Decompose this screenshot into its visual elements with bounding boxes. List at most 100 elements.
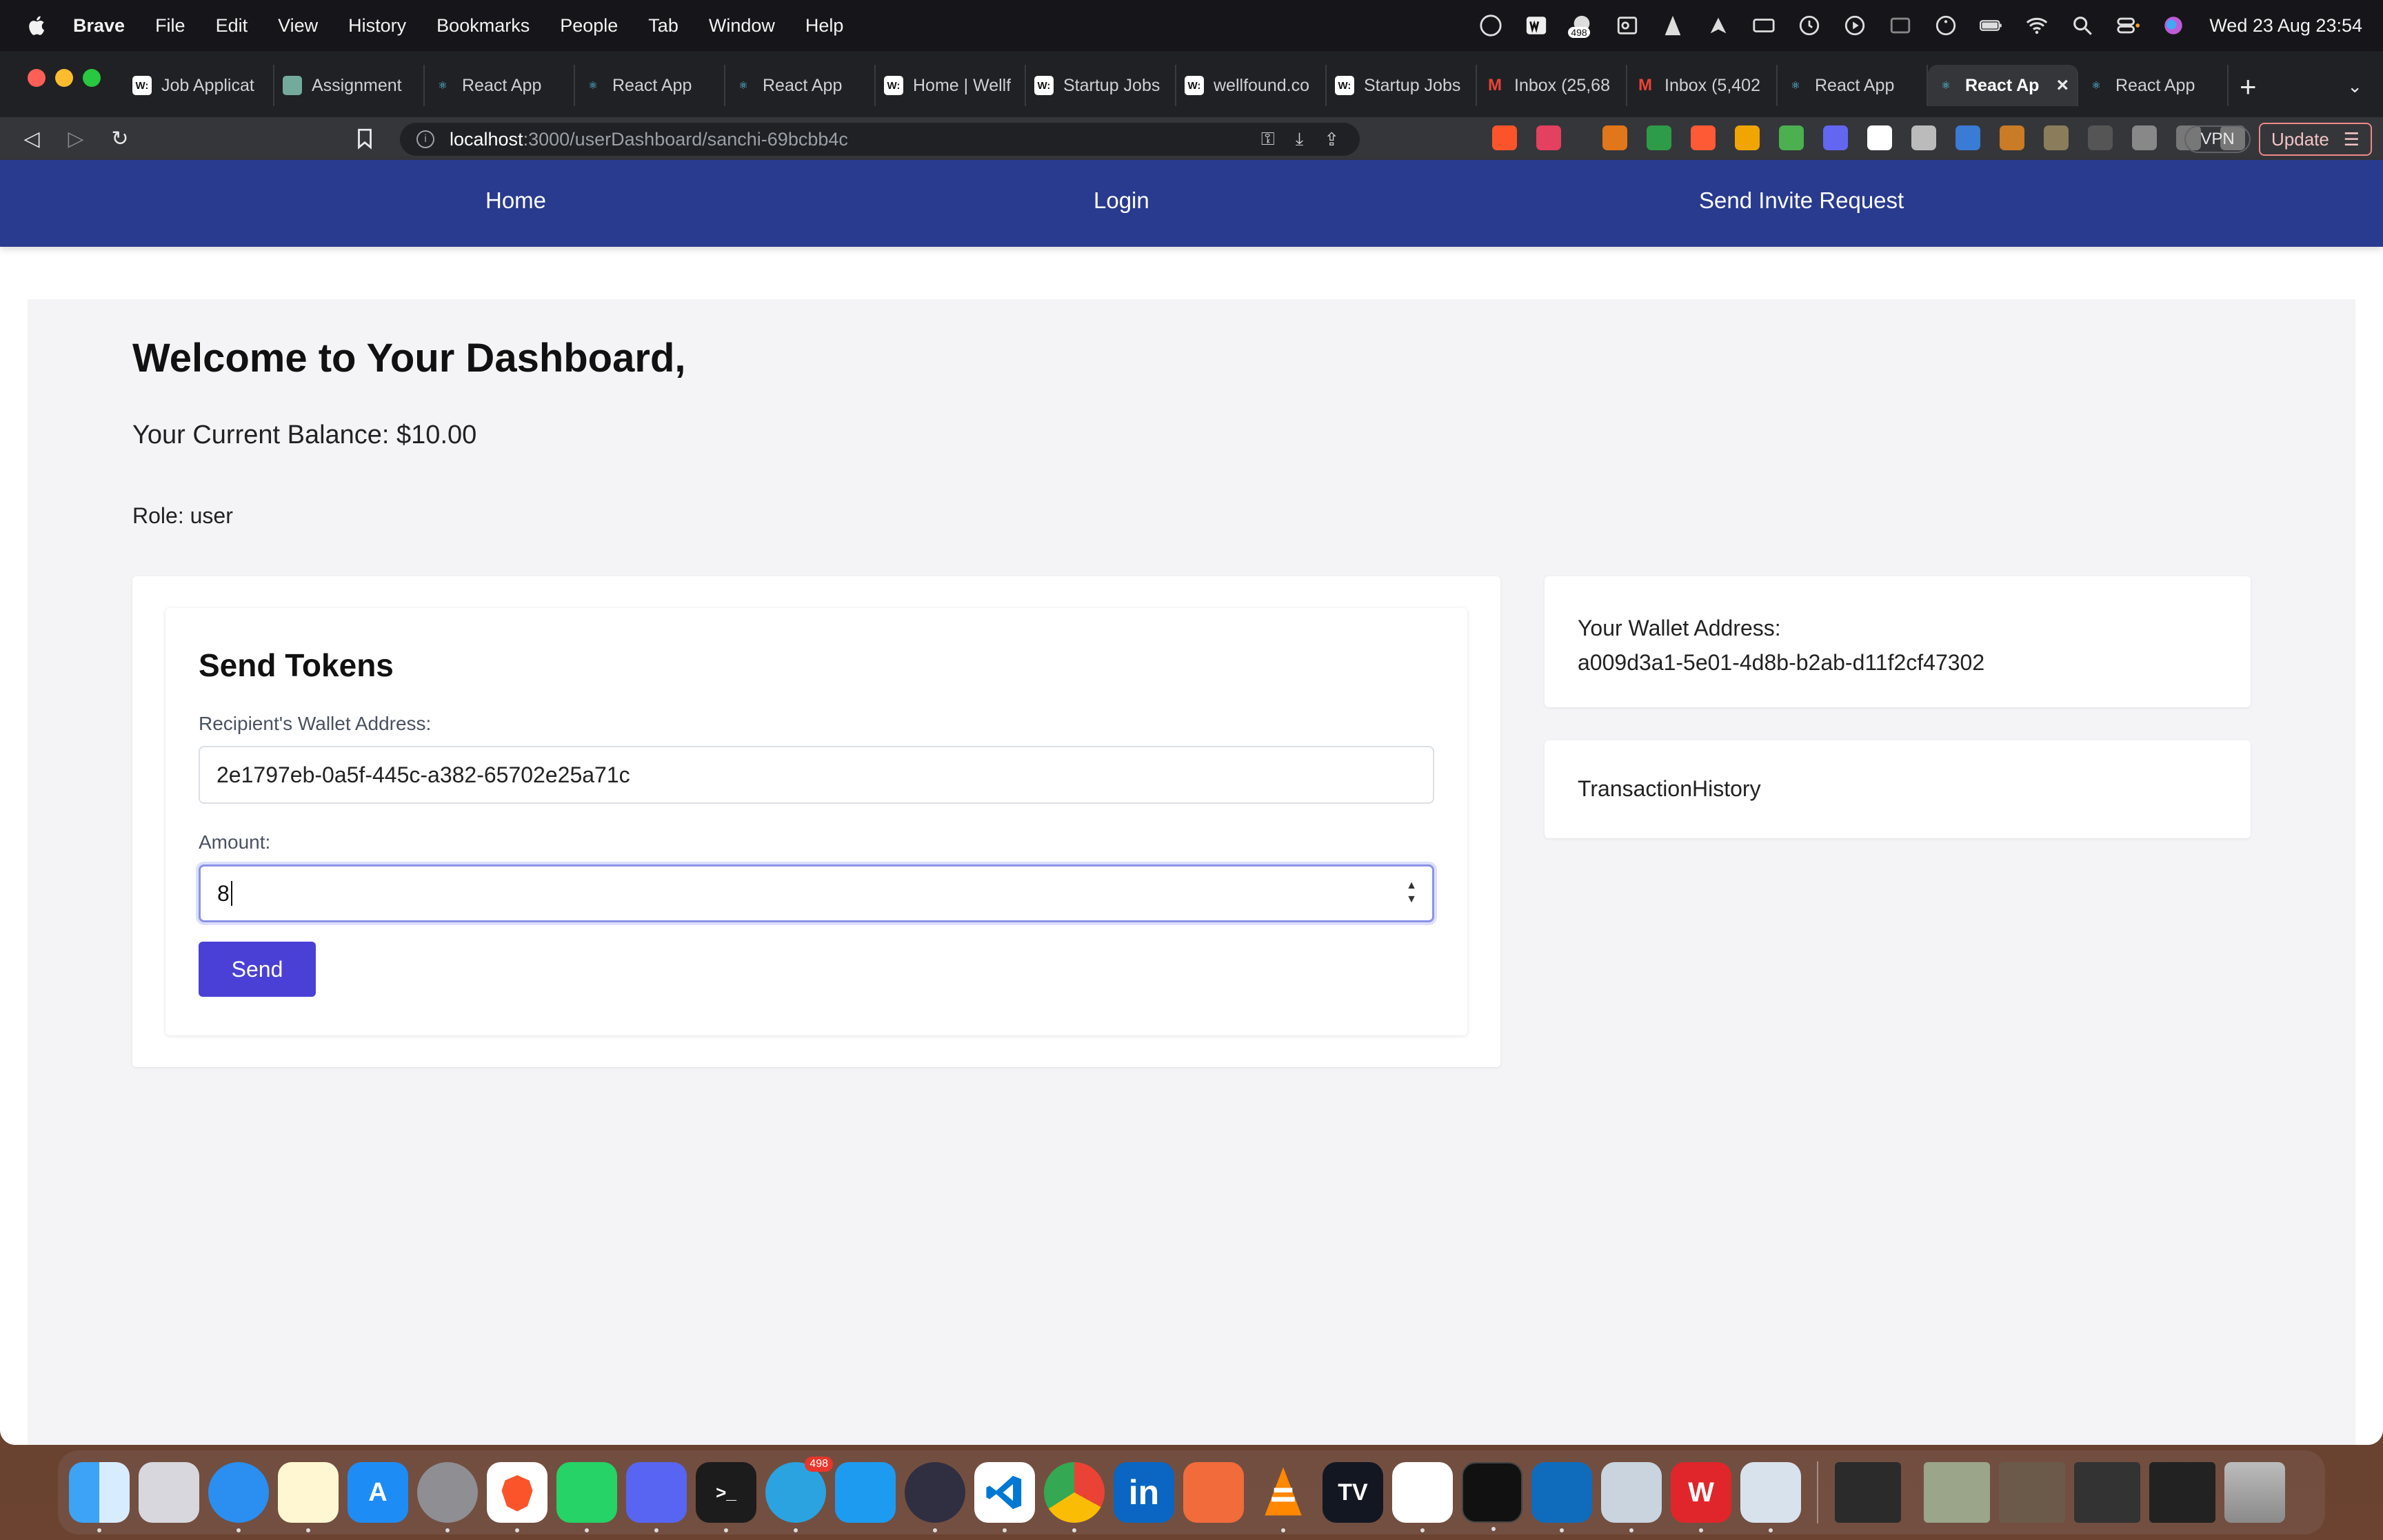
pgadmin-icon[interactable] (1740, 1462, 1801, 1532)
extension-owl-icon[interactable] (2044, 125, 2069, 150)
finder-icon[interactable] (69, 1462, 130, 1532)
browser-tab[interactable]: W: wellfound.co (1176, 65, 1327, 106)
tab-search-chevron-icon[interactable]: ⌄ (2347, 76, 2362, 97)
telegram-icon[interactable]: 498 (765, 1457, 833, 1532)
nav-home-link[interactable]: Home (485, 188, 546, 214)
trash-icon[interactable] (2224, 1462, 2285, 1523)
apple-icon[interactable] (26, 14, 46, 37)
spotlight-search-icon[interactable] (2070, 13, 2095, 38)
minimized-window-thumbnail[interactable] (1999, 1462, 2065, 1523)
extension-status-icon[interactable] (1706, 13, 1731, 38)
notion-icon[interactable] (1867, 125, 1892, 150)
nav-send-invite-link[interactable]: Send Invite Request (1699, 188, 1904, 214)
outlook-icon[interactable] (1531, 1462, 1592, 1532)
forward-icon[interactable]: ▷ (54, 117, 98, 160)
menu-file[interactable]: File (155, 15, 185, 37)
pen-tool-icon[interactable] (1183, 1462, 1244, 1523)
slack-icon[interactable] (1392, 1462, 1453, 1532)
extension-bag-icon[interactable] (1735, 125, 1760, 150)
stepper-down-icon[interactable]: ▼ (1406, 893, 1417, 906)
browser-tab[interactable]: W: Job Applicat (124, 65, 274, 106)
number-stepper[interactable]: ▲ ▼ (1406, 879, 1417, 906)
minimized-window-thumbnail[interactable] (2074, 1462, 2140, 1523)
send-button[interactable]: Send (199, 942, 316, 997)
menu-app-name[interactable]: Brave (73, 15, 125, 37)
back-icon[interactable]: ◁ (10, 117, 54, 160)
browser-tab[interactable]: M Inbox (25,68 (1477, 65, 1627, 106)
extension-arrow-icon[interactable] (2088, 125, 2113, 150)
launchpad-icon[interactable] (139, 1462, 199, 1523)
safari-icon[interactable] (208, 1462, 269, 1532)
vlc-status-icon[interactable] (1660, 13, 1685, 38)
vpn-button[interactable]: VPN (2184, 125, 2251, 153)
keyboard-status-icon[interactable] (1751, 13, 1776, 38)
vlc-icon[interactable] (1253, 1462, 1314, 1532)
wps-office-icon[interactable]: W (1671, 1462, 1731, 1532)
browser-tab[interactable]: Assignment (274, 65, 425, 106)
bookmark-icon[interactable] (353, 127, 376, 150)
brave-rewards-icon[interactable] (1536, 125, 1561, 150)
obs-icon[interactable] (905, 1462, 965, 1532)
browser-tab[interactable]: ⚛ React App (725, 65, 876, 106)
menu-history[interactable]: History (348, 15, 406, 37)
menu-view[interactable]: View (278, 15, 318, 37)
siri-icon[interactable] (2161, 13, 2186, 38)
browser-tab[interactable]: M Inbox (5,402 (1627, 65, 1778, 106)
menu-people[interactable]: People (560, 15, 618, 37)
puzzle-extensions-icon[interactable] (2132, 125, 2157, 150)
obs-status-icon[interactable] (1478, 13, 1503, 38)
linkedin-icon[interactable]: in (1114, 1462, 1174, 1523)
outlook-status-icon[interactable] (1615, 13, 1640, 38)
play-status-icon[interactable] (1842, 13, 1867, 38)
recipient-address-input[interactable] (199, 746, 1434, 804)
share-icon[interactable]: ⇪ (1324, 129, 1339, 150)
key-icon[interactable]: ⚿ (1261, 128, 1275, 150)
chrome-icon[interactable] (1044, 1462, 1105, 1532)
extension-v-icon[interactable] (1955, 125, 1980, 150)
menu-edit[interactable]: Edit (216, 15, 248, 37)
extension-s-icon[interactable] (2000, 125, 2024, 150)
address-bar[interactable]: i localhost:3000/userDashboard/sanchi-69… (400, 123, 1360, 156)
activity-monitor-icon[interactable] (1462, 1462, 1522, 1531)
install-icon[interactable]: ⤓ (1296, 128, 1304, 150)
app-store-icon[interactable]: A (348, 1462, 408, 1523)
minimized-window-thumbnail[interactable] (2149, 1462, 2215, 1523)
system-settings-icon[interactable] (417, 1462, 478, 1532)
preview-icon[interactable] (1601, 1462, 1662, 1532)
notes-icon[interactable] (278, 1462, 339, 1532)
browser-tab[interactable]: W: Startup Jobs (1327, 65, 1477, 106)
menu-bar-clock[interactable]: Wed 23 Aug 23:54 (2209, 15, 2362, 37)
extension-green-icon[interactable] (1779, 125, 1804, 150)
close-tab-icon[interactable]: × (2056, 74, 2069, 97)
tradingview-icon[interactable]: TV (1323, 1462, 1383, 1523)
new-tab-icon[interactable]: + (2240, 70, 2257, 103)
stepper-up-icon[interactable]: ▲ (1406, 879, 1417, 893)
time-machine-icon[interactable] (1797, 13, 1822, 38)
minimize-window-button[interactable] (55, 69, 73, 87)
menu-bookmarks[interactable]: Bookmarks (436, 15, 530, 37)
close-window-button[interactable] (28, 69, 46, 87)
minimized-window-thumbnail[interactable] (1835, 1462, 1901, 1523)
control-center-icon[interactable] (2115, 13, 2140, 38)
grammarly-icon[interactable] (1647, 125, 1671, 150)
vscode-icon[interactable] (974, 1462, 1035, 1532)
menu-help[interactable]: Help (805, 15, 844, 37)
browser-tab[interactable]: W: Startup Jobs (1026, 65, 1176, 106)
browser-tab-active[interactable]: ⚛ React Ap × (1928, 65, 2078, 106)
amount-input[interactable]: 8 ▲ ▼ (199, 864, 1434, 922)
update-button[interactable]: Update ☰ (2259, 123, 2372, 156)
browser-tab[interactable]: ⚛ React App (2078, 65, 2229, 106)
brave-browser-icon[interactable] (487, 1462, 547, 1532)
extension-diamond-icon[interactable] (1911, 125, 1936, 150)
extension-gear-icon[interactable] (1823, 125, 1848, 150)
accessibility-status-icon[interactable] (1933, 13, 1958, 38)
menu-tab[interactable]: Tab (648, 15, 678, 37)
discord-icon[interactable] (626, 1462, 687, 1532)
site-info-icon[interactable]: i (416, 130, 434, 148)
wifi-icon[interactable] (2024, 13, 2049, 38)
browser-tab[interactable]: ⚛ React App (575, 65, 725, 106)
terminal-icon[interactable]: >_ (696, 1462, 756, 1532)
reload-icon[interactable]: ↻ (98, 117, 142, 160)
transaction-history-card[interactable]: TransactionHistory (1545, 740, 2251, 838)
menu-window[interactable]: Window (709, 15, 775, 37)
